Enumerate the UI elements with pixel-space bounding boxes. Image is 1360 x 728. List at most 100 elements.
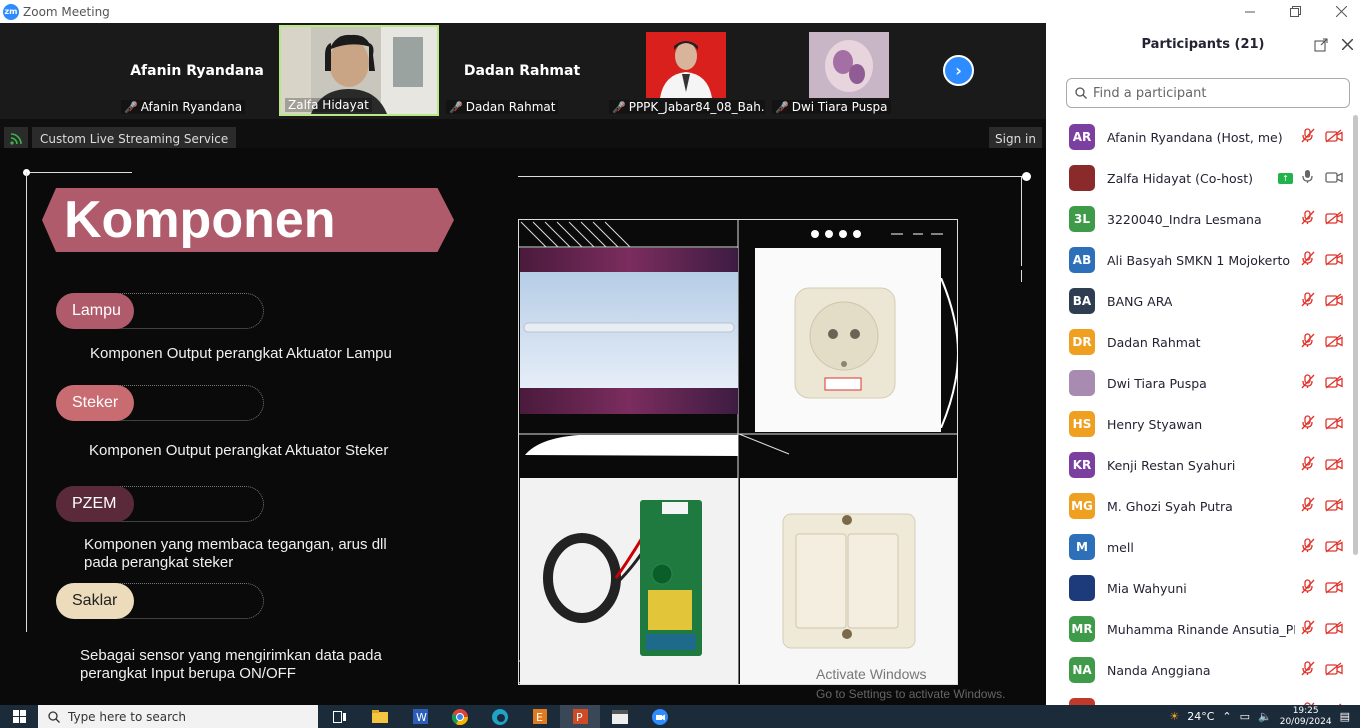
mic-muted-icon[interactable] (1301, 128, 1315, 147)
video-off-icon[interactable] (1325, 374, 1343, 393)
task-view-icon[interactable] (320, 705, 360, 728)
participant-name: Ali Basyah SMKN 1 Mojokerto (1107, 253, 1291, 268)
popout-icon[interactable] (1314, 38, 1328, 52)
video-off-icon[interactable] (1325, 210, 1343, 229)
participant-list-scrollbar[interactable] (1353, 115, 1358, 555)
mic-muted-icon[interactable] (1301, 456, 1315, 475)
zoom-logo-icon: zm (3, 3, 19, 20)
tile-label: 🎤̸ Dwi Tiara Puspa (772, 100, 891, 114)
participant-row[interactable]: Dwi Tiara Puspa (1046, 363, 1356, 404)
file-explorer-icon[interactable] (360, 705, 400, 728)
video-editor-icon[interactable] (600, 705, 640, 728)
mic-muted-icon[interactable] (1301, 374, 1315, 393)
chrome-icon[interactable] (440, 705, 480, 728)
windows-start-button[interactable] (0, 705, 38, 728)
video-off-icon[interactable] (1325, 456, 1343, 475)
activate-windows-hint: Go to Settings to activate Windows. (816, 687, 1006, 701)
participant-row[interactable]: MR Muhamma Rinande Ansutia_PP... (1046, 609, 1356, 650)
taskbar-search-placeholder: Type here to search (68, 709, 186, 724)
participant-name: Afanin Ryandana (Host, me) (1107, 130, 1283, 145)
tile-label-text: Dwi Tiara Puspa (791, 100, 888, 114)
mic-muted-icon[interactable] (1301, 579, 1315, 598)
pzem-pill: PZEM (56, 486, 134, 522)
mic-muted-icon[interactable] (1301, 538, 1315, 557)
volume-icon[interactable]: 🔈 (1258, 710, 1272, 723)
app-e-icon[interactable]: E (520, 705, 560, 728)
avatar: MG (1069, 493, 1095, 519)
mic-muted-icon: 🎤̸ (612, 100, 626, 114)
word-icon[interactable]: W (400, 705, 440, 728)
avatar: 3L (1069, 206, 1095, 232)
edge-icon[interactable] (480, 705, 520, 728)
powerpoint-icon[interactable]: P (560, 705, 600, 728)
svg-text:E: E (536, 711, 543, 724)
minimize-button[interactable] (1227, 0, 1273, 23)
video-off-icon[interactable] (1325, 333, 1343, 352)
video-tile-afanin[interactable]: Afanin Ryandana 🎤̸ Afanin Ryandana (117, 25, 277, 116)
mic-icon[interactable] (1301, 169, 1315, 188)
video-off-icon[interactable] (1325, 579, 1343, 598)
participants-title: Participants (21) (1141, 37, 1265, 52)
video-off-icon[interactable] (1325, 251, 1343, 270)
avatar: HS (1069, 411, 1095, 437)
video-off-icon[interactable] (1325, 128, 1343, 147)
restore-button[interactable] (1272, 0, 1318, 23)
rss-glyph (10, 133, 22, 145)
video-tile-zalfa[interactable]: Zalfa Hidayat (279, 25, 439, 116)
participant-row[interactable]: 3L 3220040_Indra Lesmana (1046, 199, 1356, 240)
participant-row[interactable]: DR Dadan Rahmat (1046, 322, 1356, 363)
video-tile-dadan[interactable]: Dadan Rahmat 🎤̸ Dadan Rahmat (442, 25, 602, 116)
video-off-icon[interactable] (1325, 620, 1343, 639)
avatar: AB (1069, 247, 1095, 273)
video-off-icon[interactable] (1325, 538, 1343, 557)
tile-label-text: PPPK_Jabar84_08_Bah... (628, 100, 765, 114)
tile-label-text: Afanin Ryandana (140, 100, 243, 114)
weather-icon[interactable]: ☀ (1169, 710, 1179, 723)
taskbar-clock[interactable]: 19:25 20/09/2024 (1280, 706, 1332, 728)
video-off-icon[interactable] (1325, 661, 1343, 680)
saklar-description-line2: perangkat Input berupa ON/OFF (80, 665, 296, 682)
notifications-icon[interactable]: ▤ (1340, 710, 1350, 723)
mic-muted-icon[interactable] (1301, 251, 1315, 270)
participant-row[interactable]: MG M. Ghozi Syah Putra (1046, 486, 1356, 527)
mic-muted-icon[interactable] (1301, 661, 1315, 680)
mic-muted-icon[interactable] (1301, 415, 1315, 434)
tray-overflow-icon[interactable]: ⌃ (1222, 710, 1231, 723)
zoom-icon[interactable] (640, 705, 680, 728)
next-page-button[interactable]: › (943, 55, 974, 86)
participant-row[interactable]: Zalfa Hidayat (Co-host) ↑ (1046, 158, 1356, 199)
participant-row[interactable]: NA Nanda Anggiana (1046, 650, 1356, 691)
video-off-icon[interactable] (1325, 415, 1343, 434)
video-tile-pppk[interactable]: 🎤̸ PPPK_Jabar84_08_Bah... (605, 25, 765, 116)
video-off-icon[interactable] (1325, 497, 1343, 516)
mic-muted-icon[interactable] (1301, 210, 1315, 229)
tile-label: 🎤̸ Afanin Ryandana (121, 100, 246, 114)
lamp-tube-image (520, 248, 738, 414)
participant-row[interactable]: Mmell (1046, 527, 1356, 568)
participant-search-input[interactable]: Find a participant (1066, 78, 1350, 108)
avatar: MR (1069, 616, 1095, 642)
panel-close-icon[interactable] (1342, 39, 1353, 50)
saklar-description-line1: Sebagai sensor yang mengirimkan data pad… (80, 647, 382, 664)
avatar (1069, 165, 1095, 191)
participant-name: Dadan Rahmat (1107, 335, 1201, 350)
close-button[interactable] (1318, 0, 1360, 23)
participant-row[interactable]: BA BANG ARA (1046, 281, 1356, 322)
weather-temp[interactable]: 24°C (1187, 710, 1214, 723)
mic-muted-icon[interactable] (1301, 333, 1315, 352)
mic-muted-icon[interactable] (1301, 497, 1315, 516)
participant-row[interactable]: AR Afanin Ryandana (Host, me) (1046, 117, 1356, 158)
mic-muted-icon[interactable] (1301, 620, 1315, 639)
system-tray: ☀ 24°C ⌃ ▭ 🔈 19:25 20/09/2024 ▤ (1169, 705, 1360, 728)
network-icon[interactable]: ▭ (1240, 710, 1250, 723)
mic-muted-icon[interactable] (1301, 292, 1315, 311)
participant-row[interactable]: HS Henry Styawan (1046, 404, 1356, 445)
video-icon[interactable] (1325, 170, 1343, 188)
participant-row[interactable]: Mia Wahyuni (1046, 568, 1356, 609)
video-tile-dwi[interactable]: 🎤̸ Dwi Tiara Puspa (768, 25, 928, 116)
participant-row[interactable]: AB Ali Basyah SMKN 1 Mojokerto (1046, 240, 1356, 281)
participant-row[interactable]: KR Kenji Restan Syahuri (1046, 445, 1356, 486)
pzem-description-line2: pada perangkat steker (84, 554, 234, 571)
video-off-icon[interactable] (1325, 292, 1343, 311)
taskbar-search-box[interactable]: Type here to search (38, 705, 318, 728)
